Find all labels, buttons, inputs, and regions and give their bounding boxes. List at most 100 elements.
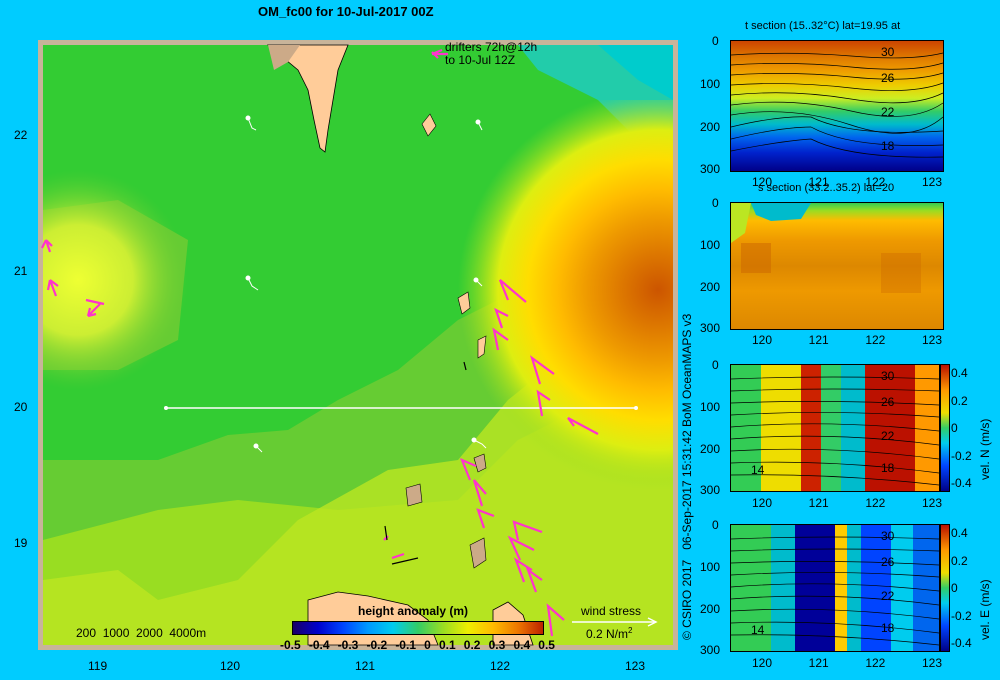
vel-n-colorbar — [940, 364, 950, 492]
drifters-legend: drifters 72h@12h to 10-Jul 12Z — [445, 41, 537, 67]
e-contour-30: 30 — [881, 529, 895, 543]
s-section-plot[interactable] — [730, 202, 944, 330]
n-y-tick-100: 100 — [700, 400, 721, 414]
vel-e-colorbar — [940, 524, 950, 652]
t-section-title: t section (15..32°C) lat=19.95 at — [745, 20, 901, 32]
s-x-tick-121: 121 — [808, 333, 829, 347]
lon-tick-122: 122 — [490, 659, 511, 673]
cb-tick-8: 0.3 — [488, 638, 506, 652]
s-y-tick-0: 0 — [712, 196, 719, 210]
lat-tick-20: 20 — [14, 400, 28, 414]
vn-cb-4: -0.4 — [951, 476, 972, 490]
vn-cb-0: 0.4 — [951, 366, 968, 380]
vn-cb-3: -0.2 — [951, 448, 972, 463]
wind-stress-exponent: 2 — [628, 626, 633, 635]
colorbar-ticks: -0.5 -0.4 -0.3 -0.2 -0.1 0 0.1 0.2 0.3 0… — [280, 638, 555, 652]
cb-tick-10: 0.5 — [538, 638, 555, 652]
lat-tick-19: 19 — [14, 536, 28, 550]
main-map[interactable] — [38, 40, 678, 650]
s-section-title: s section (33.2..35.2) lat=20 — [758, 182, 895, 194]
s-y-tick-200: 200 — [700, 280, 721, 294]
height-anomaly-colorbar — [292, 621, 544, 635]
n-contour-30: 30 — [881, 369, 895, 383]
vn-cb-1: 0.2 — [951, 393, 968, 408]
n-contour-26: 26 — [881, 395, 895, 409]
lon-tick-120: 120 — [220, 659, 241, 673]
cb-tick-7: 0.2 — [463, 638, 481, 652]
n-contour-18: 18 — [881, 461, 895, 475]
n-y-tick-200: 200 — [700, 442, 721, 456]
vel-n-cb-ticks: 0.4 0.2 0 -0.2 -0.4 — [951, 366, 972, 490]
cb-tick-0: -0.5 — [280, 638, 301, 652]
s-section-shading — [731, 203, 921, 293]
t-section-plot[interactable]: 30 26 22 18 — [730, 40, 944, 172]
ve-cb-3: -0.2 — [951, 608, 972, 623]
e-y-tick-200: 200 — [700, 602, 721, 616]
n-x-tick-122: 122 — [865, 496, 886, 510]
n-x-tick-120: 120 — [752, 496, 773, 510]
s-x-tick-120: 120 — [752, 333, 773, 347]
ve-cb-1: 0.2 — [951, 553, 968, 568]
n-y-tick-300: 300 — [700, 483, 721, 497]
t-y-tick-0: 0 — [712, 34, 719, 48]
lon-tick-121: 121 — [355, 659, 376, 673]
vel-e-cb-label: vel. E (m/s) — [978, 579, 992, 640]
e-contour-22: 22 — [881, 589, 895, 603]
cb-tick-1: -0.4 — [308, 638, 330, 652]
s-y-tick-300: 300 — [700, 321, 721, 335]
lat-tick-22: 22 — [14, 128, 28, 142]
t-contour-26: 26 — [881, 71, 895, 85]
wind-stress-label: wind stress — [581, 604, 642, 618]
height-anomaly-field — [38, 40, 678, 650]
colorbar-title: height anomaly (m) — [358, 604, 469, 618]
e-x-ticks: 120 121 122 123 — [752, 656, 942, 670]
ve-cb-4: -0.4 — [951, 636, 972, 650]
cb-tick-9: 0.4 — [513, 638, 531, 652]
s-x-tick-123: 123 — [921, 333, 942, 347]
vel-e-cb-ticks: 0.4 0.2 0 -0.2 -0.4 — [951, 526, 972, 650]
wind-stress-value: 0.2 N/m2 — [586, 626, 632, 641]
t-y-tick-300: 300 — [700, 162, 721, 176]
e-x-tick-123: 123 — [921, 656, 942, 670]
vel-e-plot[interactable]: 30 26 22 18 14 — [730, 524, 940, 652]
e-contour-14: 14 — [751, 623, 765, 637]
s-x-ticks: 120 121 122 123 — [752, 333, 942, 347]
vel-n-plot[interactable]: 30 26 22 18 14 — [730, 364, 940, 492]
lat-tick-21: 21 — [14, 264, 28, 278]
t-section-contours — [730, 52, 944, 158]
cb-tick-3: -0.2 — [366, 638, 388, 652]
e-y-tick-300: 300 — [700, 643, 721, 657]
vn-cb-2: 0 — [951, 421, 958, 435]
n-x-tick-123: 123 — [921, 496, 942, 510]
n-x-tick-121: 121 — [808, 496, 829, 510]
e-x-tick-122: 122 — [865, 656, 886, 670]
n-x-ticks: 120 121 122 123 — [752, 496, 942, 510]
credit-text: © CSIRO 2017 06-Sep-2017 15:31:42 BoM Oc… — [680, 313, 694, 640]
t-y-tick-100: 100 — [700, 77, 721, 91]
cb-tick-4: -0.1 — [395, 638, 416, 652]
ve-cb-0: 0.4 — [951, 526, 968, 540]
s-y-tick-100: 100 — [700, 238, 721, 252]
lon-tick-119: 119 — [88, 659, 108, 673]
depth-scale-label: 200 1000 2000 4000m — [76, 626, 207, 640]
cb-tick-5: 0 — [424, 638, 431, 652]
drifters-line2: to 10-Jul 12Z — [445, 53, 516, 67]
t-contour-18: 18 — [881, 139, 895, 153]
n-contour-22: 22 — [881, 429, 895, 443]
vel-n-cb-label: vel. N (m/s) — [978, 418, 992, 480]
lon-tick-123: 123 — [625, 659, 646, 673]
t-y-tick-200: 200 — [700, 120, 721, 134]
n-y-tick-0: 0 — [712, 358, 719, 372]
t-x-tick-123: 123 — [921, 175, 942, 189]
s-x-tick-122: 122 — [865, 333, 886, 347]
n-contour-14: 14 — [751, 463, 765, 477]
e-contour-26: 26 — [881, 555, 895, 569]
wind-stress-value-text: 0.2 N/m — [586, 627, 629, 641]
e-y-tick-100: 100 — [700, 560, 721, 574]
e-x-tick-120: 120 — [752, 656, 773, 670]
e-contour-18: 18 — [881, 621, 895, 635]
main-map-title: OM_fc00 for 10-Jul-2017 00Z — [258, 4, 434, 19]
e-x-tick-121: 121 — [808, 656, 829, 670]
cb-tick-6: 0.1 — [438, 638, 456, 652]
t-contour-22: 22 — [881, 105, 895, 119]
